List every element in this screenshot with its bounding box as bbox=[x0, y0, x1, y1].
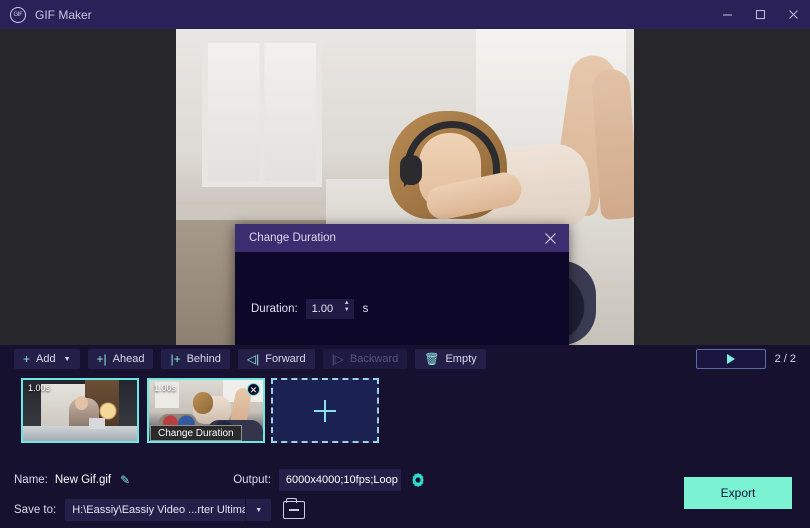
gif-maker-window: GIF GIF Maker Change Duration Duration: … bbox=[0, 0, 810, 528]
save-path-dropdown[interactable]: ▼ bbox=[245, 499, 272, 521]
dialog-title: Change Duration bbox=[249, 232, 336, 244]
save-to-label: Save to: bbox=[14, 504, 57, 516]
chevron-down-icon: ▼ bbox=[63, 355, 71, 363]
add-button[interactable]: + Add ▼ bbox=[14, 349, 80, 369]
insert-ahead-label: Ahead bbox=[112, 353, 145, 365]
gear-icon[interactable] bbox=[410, 472, 426, 488]
tooltip: Change Duration bbox=[150, 425, 242, 441]
duration-value: 1.00 bbox=[311, 303, 334, 315]
add-button-label: Add bbox=[36, 353, 56, 365]
chevron-up-icon[interactable]: ▲ bbox=[344, 300, 350, 306]
title-bar: GIF GIF Maker bbox=[0, 0, 810, 29]
empty-label: Empty bbox=[445, 353, 477, 365]
trash-icon: 🗑 bbox=[424, 352, 440, 366]
page-indicator: 2 / 2 bbox=[774, 353, 796, 365]
chevron-down-icon[interactable]: ▼ bbox=[344, 307, 350, 313]
move-forward-button[interactable]: ◁| Forward bbox=[237, 349, 315, 369]
output-settings-field[interactable]: 6000x4000;10fps;Loop bbox=[278, 469, 401, 491]
chevron-down-icon: ▼ bbox=[255, 506, 263, 514]
thumbnail-item-1[interactable]: 1.00s bbox=[21, 378, 139, 443]
close-icon[interactable] bbox=[777, 0, 810, 29]
duration-label: Duration: bbox=[251, 303, 298, 315]
gif-logo-text: GIF bbox=[13, 11, 23, 18]
minimize-icon[interactable] bbox=[711, 0, 744, 29]
add-clip-placeholder[interactable] bbox=[271, 378, 379, 443]
output-label: Output: bbox=[233, 474, 271, 486]
duration-row: Duration: 1.00 ▲ ▼ s bbox=[251, 299, 368, 319]
plus-icon bbox=[314, 399, 336, 422]
play-icon bbox=[726, 354, 735, 364]
move-forward-icon: ◁| bbox=[246, 352, 260, 366]
maximize-icon[interactable] bbox=[744, 0, 777, 29]
stepper-arrows[interactable]: ▲ ▼ bbox=[344, 300, 350, 313]
playback-controls: 2 / 2 bbox=[695, 349, 810, 369]
preview-stage: Change Duration Duration: 1.00 ▲ ▼ s bbox=[0, 29, 810, 384]
save-to-row: Save to: H:\Eassiy\Eassiy Video ...rter … bbox=[0, 498, 680, 522]
window-controls bbox=[711, 0, 810, 29]
export-button[interactable]: Export bbox=[684, 477, 792, 509]
app-title: GIF Maker bbox=[35, 7, 92, 22]
thumbnail-duration-1: 1.00s bbox=[28, 383, 51, 393]
thumbnail-duration-2: 1.00s bbox=[154, 383, 177, 393]
move-backward-label: Backward bbox=[349, 353, 399, 365]
pencil-icon[interactable]: ✎ bbox=[120, 473, 130, 487]
filmstrip: 1.00s 1.00s ✕ bbox=[0, 373, 810, 462]
duration-unit: s bbox=[362, 303, 369, 315]
insert-behind-icon: |+ bbox=[170, 352, 181, 366]
folder-icon[interactable] bbox=[283, 498, 306, 519]
insert-ahead-button[interactable]: +| Ahead bbox=[87, 349, 154, 369]
gif-logo-icon: GIF bbox=[10, 6, 26, 23]
dialog-header: Change Duration bbox=[235, 224, 569, 252]
insert-behind-button[interactable]: |+ Behind bbox=[161, 349, 230, 369]
name-output-row: Name: New Gif.gif ✎ Output: 6000x4000;10… bbox=[0, 468, 680, 492]
plus-icon: + bbox=[23, 352, 31, 366]
insert-ahead-icon: +| bbox=[96, 352, 107, 366]
save-path-input[interactable]: H:\Eassiy\Eassiy Video ...rter Ultimate\… bbox=[65, 499, 246, 521]
editor-toolbar: + Add ▼ +| Ahead |+ Behind ◁| Forward |▷… bbox=[0, 345, 810, 373]
empty-button[interactable]: 🗑 Empty bbox=[415, 349, 486, 369]
move-backward-icon: |▷ bbox=[331, 352, 344, 366]
name-value: New Gif.gif bbox=[54, 474, 112, 486]
close-circle-icon[interactable]: ✕ bbox=[247, 383, 260, 396]
close-icon[interactable] bbox=[539, 227, 561, 249]
bottom-panel: Name: New Gif.gif ✎ Output: 6000x4000;10… bbox=[0, 462, 810, 528]
move-forward-label: Forward bbox=[265, 353, 306, 365]
name-label: Name: bbox=[14, 474, 48, 486]
duration-stepper[interactable]: 1.00 ▲ ▼ bbox=[305, 299, 354, 319]
play-button[interactable] bbox=[695, 349, 766, 369]
insert-behind-label: Behind bbox=[186, 353, 221, 365]
move-backward-button[interactable]: |▷ Backward bbox=[322, 349, 408, 369]
